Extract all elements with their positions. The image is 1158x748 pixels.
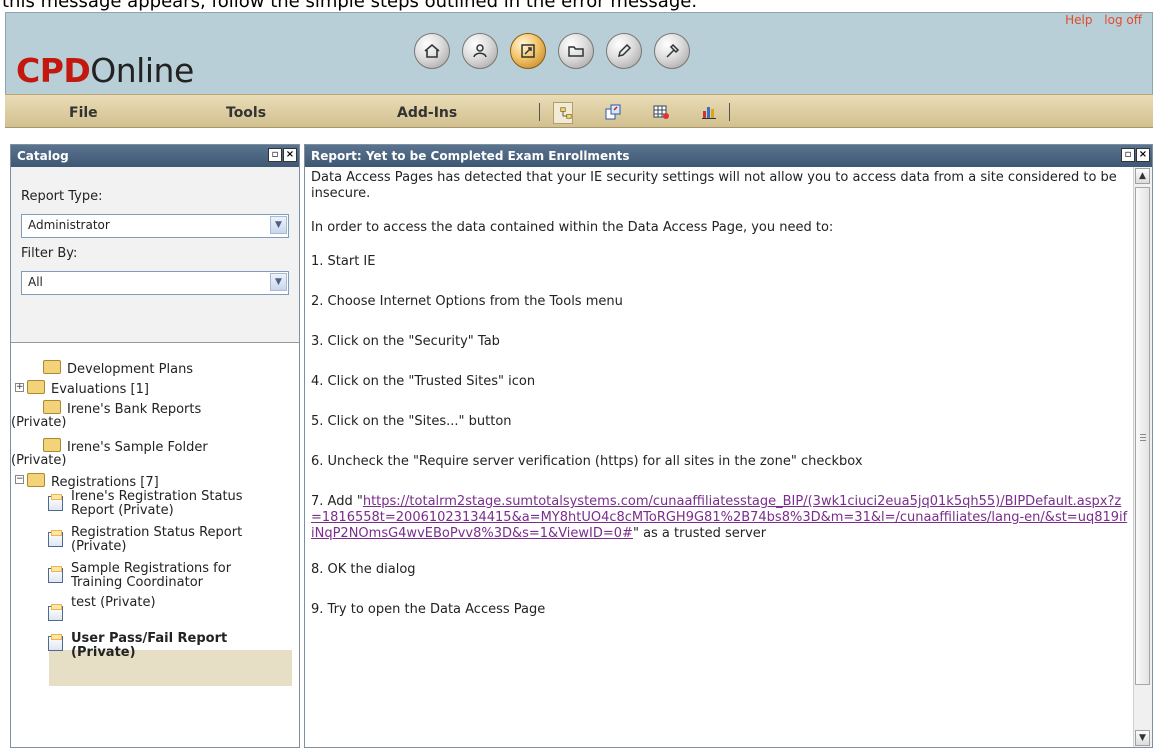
tree-item-test-private[interactable]: test (Private) — [71, 595, 156, 610]
report-icon — [48, 634, 63, 651]
edit-icon[interactable] — [606, 33, 642, 69]
scroll-thumb[interactable] — [1135, 187, 1150, 685]
tree-item-irenes-registration-status-2[interactable]: Report (Private) — [71, 503, 174, 518]
step-text: 9. Try to open the Data Access Page — [311, 602, 546, 617]
folder-icon[interactable] — [558, 33, 594, 69]
tree-item-sample-registrations[interactable]: Sample Registrations for — [71, 561, 231, 576]
catalog-panel: Catalog ▫ × Report Type: Administrator ▼ … — [10, 144, 300, 748]
catalog-filters: Report Type: Administrator ▼ Filter By: A… — [11, 167, 299, 343]
step-text: 3. Click on the "Security" Tab — [311, 334, 500, 349]
folder-icon — [27, 473, 45, 487]
tree-item-irenes-registration-status[interactable]: Irene's Registration Status — [71, 489, 243, 504]
step-text: 8. OK the dialog — [311, 562, 416, 577]
folder-icon — [43, 438, 61, 452]
report-icon — [48, 494, 63, 511]
menu-separator — [729, 103, 730, 121]
report-type-label: Report Type: — [21, 189, 103, 204]
reports-icon[interactable] — [510, 33, 546, 69]
filter-by-select[interactable]: All ▼ — [21, 271, 289, 295]
tools-icon[interactable] — [654, 33, 690, 69]
tree-item-registration-status-report[interactable]: Registration Status Report — [71, 525, 242, 540]
tree-item-user-pass-fail-report[interactable]: User Pass/Fail Report — [71, 631, 227, 646]
cpd-online-logo: CPDOnline — [16, 51, 194, 90]
tree-item-development-plans[interactable]: Development Plans — [43, 360, 193, 377]
report-header: Report: Yet to be Completed Exam Enrollm… — [305, 145, 1152, 167]
scroll-down-icon[interactable]: ▼ — [1135, 730, 1150, 746]
help-link[interactable]: Help — [1065, 13, 1092, 27]
tree-item-irenes-bank-reports-private[interactable]: (Private) — [11, 415, 66, 430]
catalog-title: Catalog — [17, 149, 69, 163]
menu-file[interactable]: File — [69, 105, 98, 121]
tree-item-registration-status-report-2[interactable]: (Private) — [71, 539, 126, 554]
collapse-icon[interactable]: − — [15, 475, 24, 484]
menu-add-ins[interactable]: Add-Ins — [397, 105, 457, 121]
tree-item-irenes-sample-folder-private[interactable]: (Private) — [11, 453, 66, 468]
profile-icon[interactable] — [462, 33, 498, 69]
chevron-down-icon[interactable]: ▼ — [270, 216, 287, 234]
close-button[interactable]: × — [1136, 148, 1150, 162]
logoff-link[interactable]: log off — [1104, 13, 1142, 27]
grid-icon[interactable] — [651, 102, 671, 122]
copy-icon[interactable] — [603, 102, 623, 122]
maximize-button[interactable]: ▫ — [1121, 148, 1135, 162]
folder-icon — [43, 400, 61, 414]
report-icon — [48, 604, 63, 621]
intro-text: Data Access Pages has detected that your… — [311, 170, 1117, 201]
step-text: 6. Uncheck the "Require server verificat… — [311, 454, 863, 469]
report-icon — [48, 566, 63, 583]
step-text: 5. Click on the "Sites..." button — [311, 414, 512, 429]
report-icon — [48, 530, 63, 547]
tree-item-irenes-sample-folder[interactable]: Irene's Sample Folder — [43, 438, 208, 455]
tree-item-user-pass-fail-report-2[interactable]: (Private) — [71, 645, 136, 660]
header-links: Help log off — [1057, 13, 1142, 27]
report-title: Report: Yet to be Completed Exam Enrollm… — [311, 149, 630, 163]
instruction-text: In order to access the data contained wi… — [311, 220, 834, 235]
tree-item-evaluations[interactable]: Evaluations [1] — [27, 380, 149, 397]
step-7-text: 7. Add "https://totalrm2stage.sumtotalsy… — [311, 494, 1128, 541]
scroll-up-icon[interactable]: ▲ — [1135, 168, 1150, 184]
report-type-select[interactable]: Administrator ▼ — [21, 214, 289, 238]
chevron-down-icon[interactable]: ▼ — [270, 273, 287, 291]
maximize-button[interactable]: ▫ — [268, 148, 282, 162]
home-icon[interactable] — [414, 33, 450, 69]
chart-icon[interactable] — [699, 102, 719, 122]
filter-by-label: Filter By: — [21, 246, 78, 261]
step-text: 4. Click on the "Trusted Sites" icon — [311, 374, 536, 389]
folder-icon — [43, 360, 61, 374]
menu-bar: File Tools Add-Ins — [5, 94, 1153, 128]
menu-separator — [539, 103, 540, 121]
step-text: 2. Choose Internet Options from the Tool… — [311, 294, 623, 309]
tree-item-irenes-bank-reports[interactable]: Irene's Bank Reports — [43, 400, 201, 417]
hierarchy-icon[interactable] — [553, 102, 573, 124]
vertical-scrollbar[interactable]: ▲ ▼ — [1133, 167, 1152, 747]
folder-icon — [27, 380, 45, 394]
tree-item-registrations[interactable]: Registrations [7] — [27, 473, 159, 490]
expand-icon[interactable]: + — [15, 383, 24, 392]
step-text: 1. Start IE — [311, 254, 376, 269]
report-body: Data Access Pages has detected that your… — [305, 167, 1134, 747]
catalog-header: Catalog ▫ × — [11, 145, 299, 167]
tree-item-sample-registrations-2[interactable]: Training Coordinator — [71, 575, 203, 590]
menu-tools[interactable]: Tools — [226, 105, 266, 121]
close-button[interactable]: × — [283, 148, 297, 162]
report-panel: Report: Yet to be Completed Exam Enrollm… — [304, 144, 1153, 748]
